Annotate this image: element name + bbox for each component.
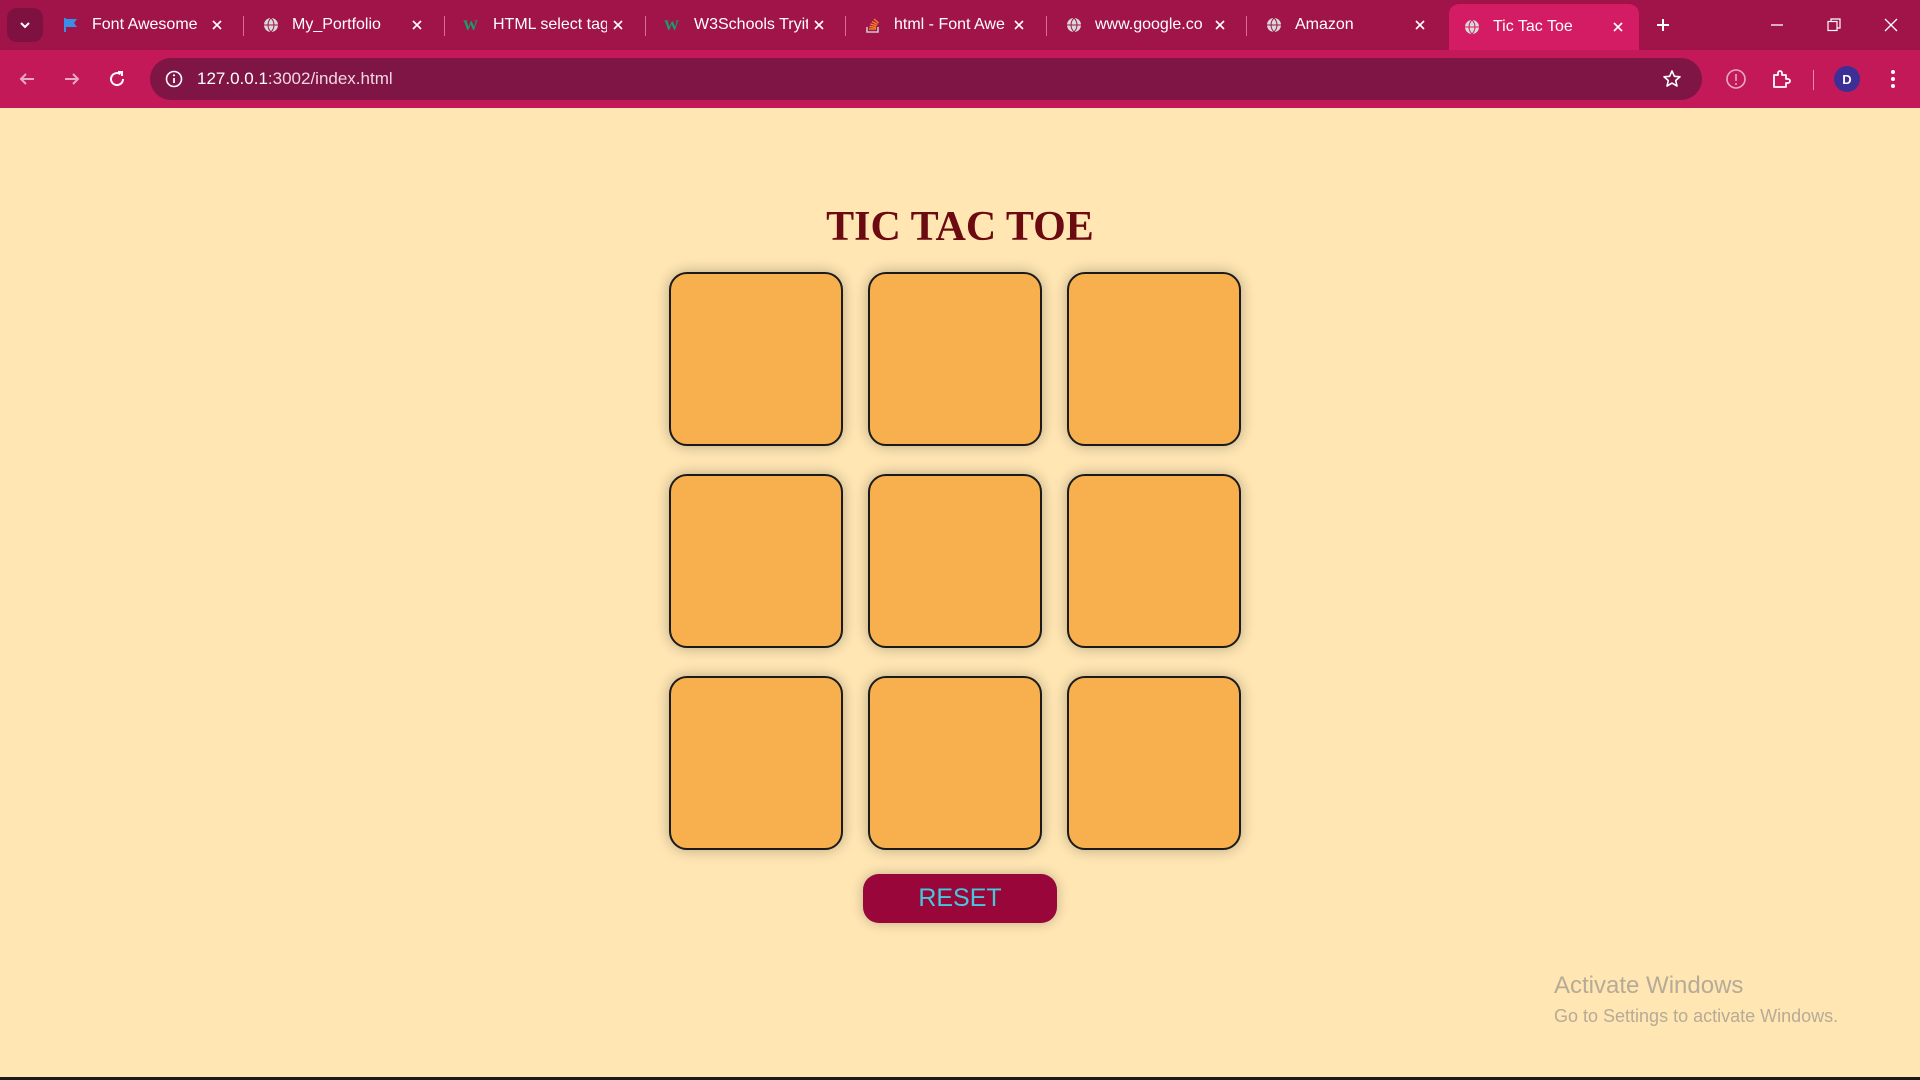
tab-my-portfolio[interactable]: My_Portfolio — [248, 0, 438, 50]
tab-title: Font Awesome — [92, 16, 198, 33]
browser-toolbar: 127.0.0.1:3002/index.html — [0, 50, 1920, 108]
close-icon[interactable] — [1209, 14, 1231, 36]
extensions-puzzle-icon[interactable] — [1765, 63, 1797, 95]
forward-button[interactable] — [54, 59, 90, 99]
url-path: :3002/index.html — [267, 69, 393, 88]
w3schools-icon: W — [463, 16, 481, 34]
tab-divider — [444, 16, 445, 36]
address-bar[interactable]: 127.0.0.1:3002/index.html — [150, 58, 1702, 100]
globe-icon — [262, 16, 280, 34]
profile-avatar[interactable]: D — [1834, 66, 1860, 92]
board-cell[interactable] — [1067, 676, 1241, 850]
site-info-icon[interactable] — [162, 67, 186, 91]
tab-title: HTML select tag — [493, 16, 607, 33]
restore-button[interactable] — [1806, 0, 1862, 50]
tab-google[interactable]: www.google.co — [1051, 0, 1241, 50]
stackoverflow-icon — [864, 16, 882, 34]
tab-divider — [243, 16, 244, 36]
board-cell[interactable] — [1067, 474, 1241, 648]
tab-divider — [1046, 16, 1047, 36]
tab-title: www.google.co — [1095, 16, 1203, 33]
watermark-subtitle: Go to Settings to activate Windows. — [1554, 1006, 1839, 1026]
globe-icon — [1265, 16, 1283, 34]
tab-title: html - Font Awe — [894, 16, 1005, 33]
globe-icon — [1065, 16, 1083, 34]
close-icon[interactable] — [1008, 14, 1030, 36]
close-icon[interactable] — [406, 14, 428, 36]
globe-icon — [1463, 18, 1481, 36]
url-host: 127.0.0.1 — [197, 69, 268, 88]
reset-button[interactable]: RESET — [863, 874, 1057, 923]
close-icon[interactable] — [206, 14, 228, 36]
watermark-title: Activate Windows — [1554, 972, 1744, 999]
tab-amazon[interactable]: Amazon — [1251, 0, 1441, 50]
board-cell[interactable] — [868, 474, 1042, 648]
minimize-icon — [1771, 24, 1783, 26]
tab-search-button[interactable] — [7, 8, 43, 42]
menu-dots-icon[interactable] — [1877, 63, 1909, 95]
game-board — [669, 272, 1241, 850]
close-icon — [1884, 18, 1898, 32]
toolbar-divider — [1813, 70, 1814, 90]
board-cell[interactable] — [868, 272, 1042, 446]
board-cell[interactable] — [1067, 272, 1241, 446]
tab-w3schools-tryit[interactable]: W W3Schools Tryit — [650, 0, 840, 50]
page-title: TIC TAC TOE — [826, 204, 1094, 250]
windows-activation-watermark: Activate Windows Go to Settings to activ… — [1554, 972, 1838, 1027]
tab-title: W3Schools Tryit — [694, 16, 808, 33]
reload-button[interactable] — [99, 59, 135, 99]
close-icon[interactable] — [1607, 16, 1629, 38]
restore-icon — [1827, 18, 1841, 32]
tab-html-font-awesome[interactable]: html - Font Awe — [850, 0, 1040, 50]
svg-text:W: W — [664, 18, 679, 33]
back-button[interactable] — [9, 59, 45, 99]
extension-circle-icon[interactable] — [1720, 63, 1752, 95]
tab-title: Amazon — [1295, 16, 1354, 33]
close-icon[interactable] — [607, 14, 629, 36]
close-icon[interactable] — [808, 14, 830, 36]
svg-text:W: W — [463, 18, 478, 33]
tab-tic-tac-toe[interactable]: Tic Tac Toe — [1449, 4, 1639, 50]
tab-title: Tic Tac Toe — [1493, 18, 1573, 35]
w3schools-icon: W — [664, 16, 682, 34]
chevron-down-icon — [20, 22, 30, 29]
tab-divider — [1246, 16, 1247, 36]
tab-divider — [645, 16, 646, 36]
url-text[interactable]: 127.0.0.1:3002/index.html — [197, 69, 393, 89]
bookmark-star-icon[interactable] — [1660, 67, 1684, 91]
board-cell[interactable] — [669, 272, 843, 446]
flag-icon — [62, 16, 80, 34]
arrow-right-icon — [65, 73, 80, 85]
tab-title: My_Portfolio — [292, 16, 381, 33]
board-cell[interactable] — [669, 676, 843, 850]
tab-strip: Font Awesome My_Portfolio W HTML select … — [0, 0, 1920, 50]
minimize-button[interactable] — [1749, 0, 1805, 50]
close-icon[interactable] — [1409, 14, 1431, 36]
close-window-button[interactable] — [1863, 0, 1919, 50]
tab-font-awesome[interactable]: Font Awesome — [48, 0, 238, 50]
tab-divider — [845, 16, 846, 36]
tab-html-select-tag[interactable]: W HTML select tag — [449, 0, 639, 50]
reload-icon — [110, 71, 125, 87]
plus-icon — [1657, 19, 1669, 31]
board-cell[interactable] — [669, 474, 843, 648]
board-cell[interactable] — [868, 676, 1042, 850]
arrow-left-icon — [19, 73, 34, 85]
new-tab-button[interactable] — [1649, 11, 1677, 39]
